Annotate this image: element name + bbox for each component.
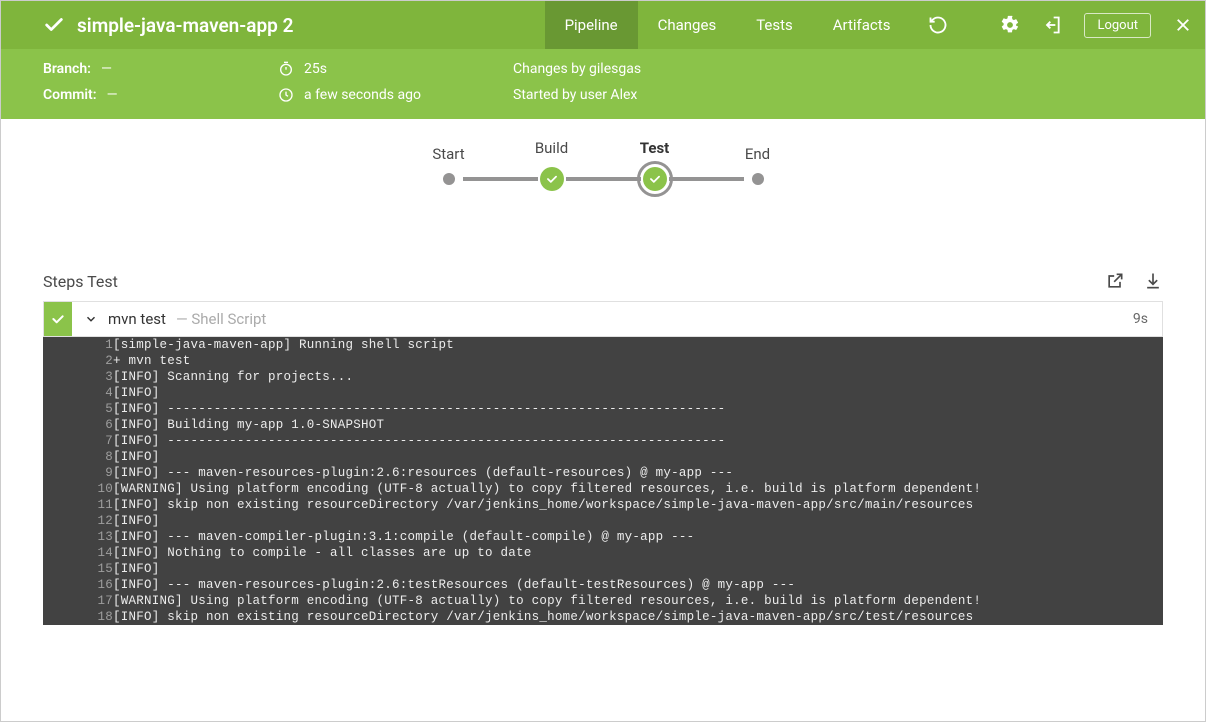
age-value: a few seconds ago bbox=[304, 87, 421, 103]
step-desc: — Shell Script bbox=[176, 310, 266, 328]
gear-icon[interactable] bbox=[1000, 15, 1020, 35]
step-duration: 9s bbox=[1119, 302, 1162, 336]
status-check-icon bbox=[43, 14, 65, 36]
tab-tests[interactable]: Tests bbox=[736, 1, 813, 49]
stage-label: Test bbox=[640, 139, 670, 157]
log-line: 13[INFO] --- maven-compiler-plugin:3.1:c… bbox=[43, 529, 1163, 545]
check-icon bbox=[643, 167, 667, 191]
log-line: 7[INFO] --------------------------------… bbox=[43, 433, 1163, 449]
changes-value: Changes by gilesgas bbox=[513, 61, 641, 77]
console-log[interactable]: 1[simple-java-maven-app] Running shell s… bbox=[43, 337, 1163, 625]
dot-icon bbox=[443, 173, 455, 185]
log-line: 17[WARNING] Using platform encoding (UTF… bbox=[43, 593, 1163, 609]
logout-button[interactable]: Logout bbox=[1084, 13, 1151, 38]
download-icon[interactable] bbox=[1143, 271, 1163, 291]
stage-test[interactable]: Test bbox=[641, 167, 669, 191]
stage-label: Build bbox=[535, 139, 568, 157]
check-icon bbox=[540, 167, 564, 191]
step-toggle[interactable]: mvn test — Shell Script bbox=[72, 302, 1119, 336]
tab-pipeline[interactable]: Pipeline bbox=[545, 1, 638, 49]
log-line: 8[INFO] bbox=[43, 449, 1163, 465]
chevron-down-icon bbox=[84, 312, 98, 326]
close-icon[interactable] bbox=[1173, 15, 1193, 35]
meta-branch: Branch: — bbox=[43, 61, 278, 77]
meta-changes: Changes by gilesgas bbox=[513, 61, 1163, 77]
dot-icon bbox=[752, 173, 764, 185]
pipeline-graph: Start Build Test End bbox=[1, 119, 1205, 271]
log-line: 1[simple-java-maven-app] Running shell s… bbox=[43, 337, 1163, 353]
log-line: 18[INFO] skip non existing resourceDirec… bbox=[43, 609, 1163, 625]
exit-icon[interactable] bbox=[1042, 15, 1062, 35]
stage-label: Start bbox=[432, 145, 464, 163]
stage-label: End bbox=[745, 145, 770, 163]
log-line: 6[INFO] Building my-app 1.0-SNAPSHOT bbox=[43, 417, 1163, 433]
stopwatch-icon bbox=[278, 61, 294, 77]
log-line: 4[INFO] bbox=[43, 385, 1163, 401]
meta-duration: 25s bbox=[278, 61, 513, 77]
open-external-icon[interactable] bbox=[1105, 271, 1125, 291]
meta-commit: Commit: — bbox=[43, 87, 278, 103]
log-line: 15[INFO] bbox=[43, 561, 1163, 577]
log-line: 9[INFO] --- maven-resources-plugin:2.6:r… bbox=[43, 465, 1163, 481]
started-value: Started by user Alex bbox=[513, 87, 637, 103]
rerun-icon[interactable] bbox=[928, 15, 948, 35]
stage-end[interactable]: End bbox=[744, 173, 772, 185]
stage-start[interactable]: Start bbox=[435, 173, 463, 185]
commit-value: — bbox=[107, 87, 118, 103]
log-line: 16[INFO] --- maven-resources-plugin:2.6:… bbox=[43, 577, 1163, 593]
log-line: 3[INFO] Scanning for projects... bbox=[43, 369, 1163, 385]
tab-bar: PipelineChangesTestsArtifacts bbox=[545, 1, 911, 49]
log-line: 10[WARNING] Using platform encoding (UTF… bbox=[43, 481, 1163, 497]
step-status-icon bbox=[44, 302, 72, 336]
log-line: 12[INFO] bbox=[43, 513, 1163, 529]
clock-icon bbox=[278, 87, 294, 103]
log-line: 14[INFO] Nothing to compile - all classe… bbox=[43, 545, 1163, 561]
branch-label: Branch: bbox=[43, 61, 91, 77]
step-row: mvn test — Shell Script 9s bbox=[43, 301, 1163, 337]
tab-artifacts[interactable]: Artifacts bbox=[813, 1, 911, 49]
steps-title: Steps Test bbox=[43, 272, 118, 291]
page-title: simple-java-maven-app 2 bbox=[77, 14, 293, 37]
commit-label: Commit: bbox=[43, 87, 97, 103]
log-line: 11[INFO] skip non existing resourceDirec… bbox=[43, 497, 1163, 513]
tab-changes[interactable]: Changes bbox=[638, 1, 737, 49]
log-line: 5[INFO] --------------------------------… bbox=[43, 401, 1163, 417]
duration-value: 25s bbox=[304, 61, 327, 77]
step-name: mvn test bbox=[108, 310, 166, 328]
meta-started: Started by user Alex bbox=[513, 87, 1163, 103]
stage-build[interactable]: Build bbox=[538, 167, 566, 191]
branch-value: — bbox=[101, 61, 112, 77]
meta-age: a few seconds ago bbox=[278, 87, 513, 103]
log-line: 2+ mvn test bbox=[43, 353, 1163, 369]
